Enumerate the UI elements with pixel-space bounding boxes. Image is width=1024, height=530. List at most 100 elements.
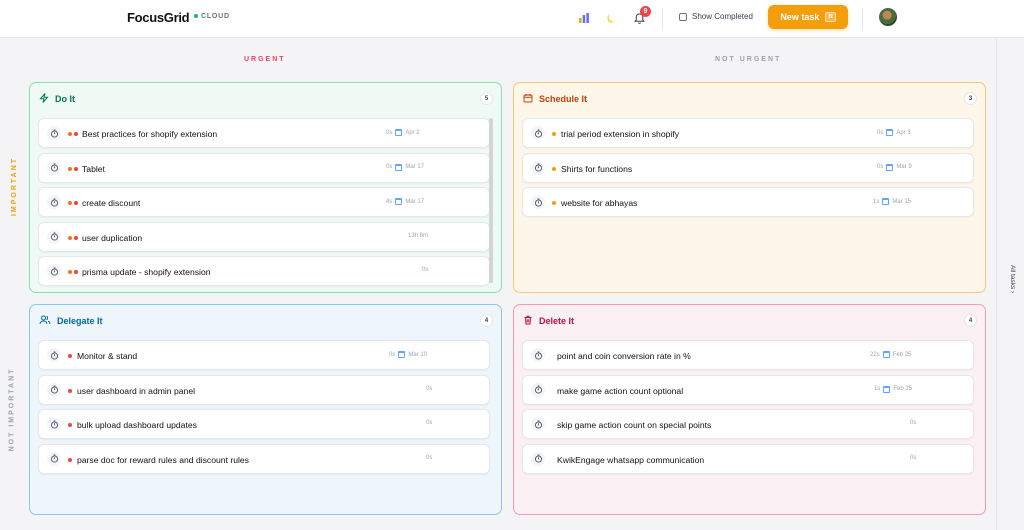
new-task-button[interactable]: New task N bbox=[768, 5, 848, 29]
show-completed-checkbox[interactable] bbox=[679, 12, 687, 21]
task-card[interactable]: bulk upload dashboard updates 0s bbox=[38, 409, 490, 440]
timer-icon[interactable] bbox=[47, 126, 61, 140]
priority-dot bbox=[68, 354, 72, 358]
calendar-icon bbox=[886, 163, 894, 171]
task-card[interactable]: point and coin conversion rate in % 22s F… bbox=[522, 340, 974, 370]
time-spent: 13h 8m bbox=[408, 232, 429, 239]
divider bbox=[662, 8, 663, 30]
top-bar: FocusGrid CLOUD 9 Show Completed New tas… bbox=[0, 0, 1024, 38]
task-meta: 1s Mar 15 bbox=[873, 198, 912, 206]
task-card[interactable]: skip game action count on special points… bbox=[522, 409, 974, 440]
task-name: parse doc for reward rules and discount … bbox=[77, 454, 249, 465]
task-name: point and coin conversion rate in % bbox=[557, 351, 691, 361]
task-meta: 13h 8m bbox=[408, 233, 428, 239]
task-card[interactable]: user dashboard in admin panel 0s bbox=[38, 374, 490, 405]
show-completed-toggle[interactable]: Show Completed bbox=[679, 12, 753, 21]
moon-icon[interactable] bbox=[604, 10, 620, 26]
timer-icon[interactable] bbox=[47, 451, 61, 466]
timer-icon[interactable] bbox=[531, 126, 545, 140]
task-card[interactable]: create discount 4s Mar 17 bbox=[38, 187, 490, 218]
task-meta: 0s bbox=[422, 267, 428, 273]
task-card[interactable]: Monitor & stand 0s Mar 10 bbox=[38, 340, 490, 370]
task-card[interactable]: Tablet 0s Mar 17 bbox=[38, 152, 490, 183]
all-tasks-toggle[interactable]: All tasks › bbox=[1009, 265, 1016, 293]
task-card[interactable]: trial period extension in shopify 0s Apr … bbox=[522, 118, 974, 148]
trash-icon bbox=[523, 315, 533, 327]
task-card[interactable]: prisma update - shopify extension 0s bbox=[38, 256, 490, 287]
priority-dots bbox=[68, 132, 78, 136]
task-meta: 0s Mar 17 bbox=[386, 163, 424, 171]
due-date: Mar 10 bbox=[408, 351, 428, 358]
avatar[interactable] bbox=[879, 8, 897, 26]
task-card[interactable]: KwikEngage whatsapp communication 0s bbox=[522, 443, 974, 474]
calendar-icon bbox=[395, 163, 403, 171]
quadrant-title: Schedule It bbox=[539, 94, 588, 104]
task-card[interactable]: website for abhayas 1s Mar 15 bbox=[522, 187, 974, 218]
timer-icon[interactable] bbox=[47, 417, 61, 432]
task-list: Monitor & stand 0s Mar 10 user dashboard … bbox=[38, 340, 490, 478]
time-spent: 22s bbox=[870, 351, 880, 358]
timer-icon[interactable] bbox=[531, 417, 545, 432]
due-date: Mar 9 bbox=[896, 164, 912, 171]
timer-icon[interactable] bbox=[531, 195, 545, 210]
timer-icon[interactable] bbox=[47, 195, 61, 210]
time-spent: 0s bbox=[386, 164, 393, 171]
timer-icon[interactable] bbox=[531, 160, 545, 175]
task-meta: 0s Mar 9 bbox=[877, 163, 912, 171]
task-count-badge: 3 bbox=[964, 92, 977, 105]
time-spent: 0s bbox=[877, 164, 884, 171]
lightning-icon bbox=[39, 93, 49, 105]
time-spent: 0s bbox=[910, 454, 917, 461]
timer-icon[interactable] bbox=[531, 382, 545, 397]
task-name: bulk upload dashboard updates bbox=[77, 420, 197, 431]
chevron-down-icon: › bbox=[1009, 291, 1016, 294]
scrollbar[interactable] bbox=[489, 118, 493, 283]
timer-icon[interactable] bbox=[47, 348, 61, 362]
time-spent: 0s bbox=[422, 267, 429, 274]
task-name: KwikEngage whatsapp communication bbox=[557, 454, 705, 465]
quadrant-header: Schedule It bbox=[523, 93, 587, 105]
due-date: Mar 17 bbox=[405, 198, 425, 205]
task-card[interactable]: parse doc for reward rules and discount … bbox=[38, 443, 490, 474]
not-urgent-column-label: NOT URGENT bbox=[715, 56, 782, 63]
timer-icon[interactable] bbox=[47, 382, 61, 397]
task-card[interactable]: Best practices for shopify extension 0s A… bbox=[38, 118, 490, 148]
calendar-icon bbox=[883, 385, 891, 393]
task-count-badge: 5 bbox=[480, 92, 493, 105]
task-meta: 0s bbox=[426, 420, 432, 426]
priority-dots bbox=[68, 235, 78, 240]
timer-icon[interactable] bbox=[47, 160, 61, 175]
task-card[interactable]: make game action count optional 1s Feb 25 bbox=[522, 374, 974, 405]
priority-dots bbox=[68, 201, 78, 206]
task-meta: 0s bbox=[426, 455, 432, 461]
quadrant-title: Delegate It bbox=[57, 316, 103, 326]
priority-dot bbox=[552, 201, 556, 206]
quadrant-title: Delete It bbox=[539, 316, 575, 326]
cloud-badge: CLOUD bbox=[194, 13, 230, 20]
priority-dots bbox=[68, 166, 78, 171]
task-name: user duplication bbox=[82, 232, 143, 243]
app-brand[interactable]: FocusGrid bbox=[127, 10, 190, 25]
due-date: Mar 15 bbox=[892, 198, 912, 205]
timer-icon[interactable] bbox=[47, 264, 61, 279]
time-spent: 0s bbox=[389, 351, 396, 358]
task-name: skip game action count on special points bbox=[557, 420, 712, 431]
timer-icon[interactable] bbox=[47, 229, 61, 244]
timer-icon[interactable] bbox=[531, 348, 545, 362]
task-card[interactable]: user duplication 13h 8m bbox=[38, 221, 490, 252]
task-meta: 4s Mar 17 bbox=[386, 198, 425, 206]
time-spent: 0s bbox=[426, 385, 433, 392]
time-spent: 1s bbox=[873, 198, 880, 205]
quadrant-do-it: Do It 5 Best practices for shopify exten… bbox=[29, 82, 502, 293]
timer-icon[interactable] bbox=[531, 451, 545, 466]
task-card[interactable]: Shirts for functions 0s Mar 9 bbox=[522, 152, 974, 183]
task-count-badge: 4 bbox=[480, 314, 493, 327]
not-important-row-label: NOT IMPORTANT bbox=[8, 367, 16, 452]
stats-icon[interactable] bbox=[576, 10, 592, 26]
task-meta: 0s Apr 3 bbox=[877, 129, 911, 136]
task-meta: 0s bbox=[910, 455, 916, 461]
quadrant-delegate-it: Delegate It 4 Monitor & stand 0s Mar 10 u… bbox=[29, 304, 502, 515]
due-date: Apr 3 bbox=[896, 129, 911, 136]
calendar-icon bbox=[882, 351, 890, 358]
notification-badge: 9 bbox=[640, 6, 651, 17]
